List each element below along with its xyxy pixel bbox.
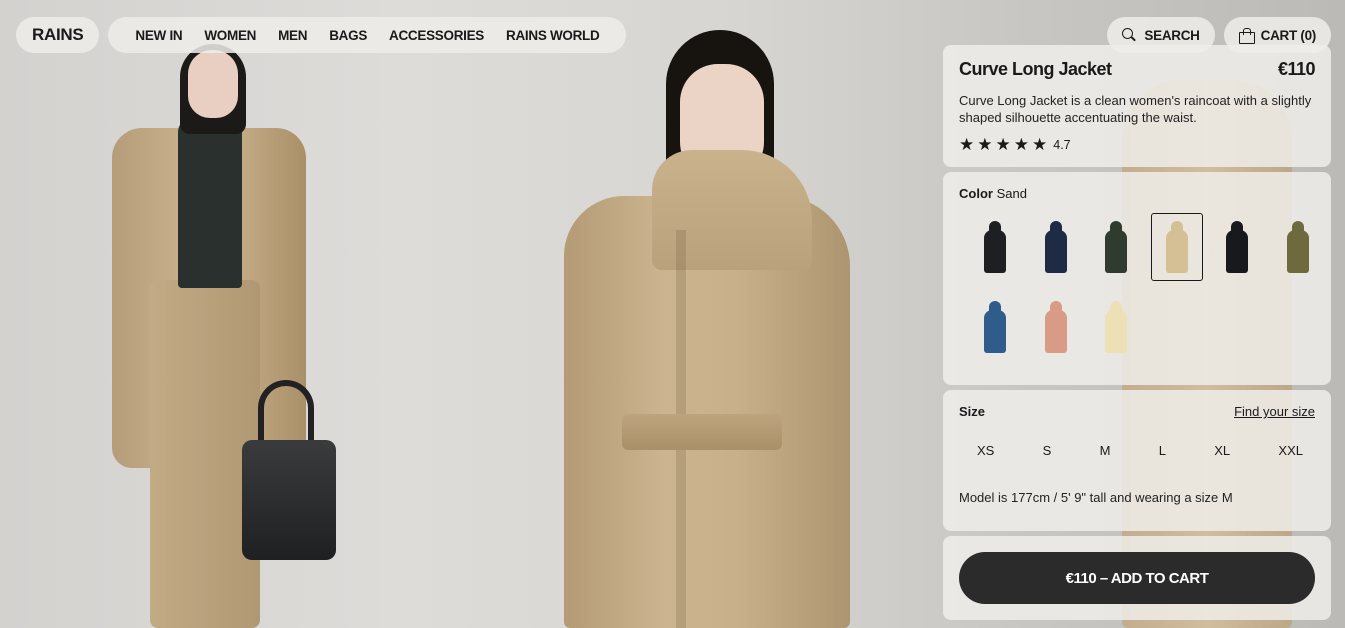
- coat-thumbnail: [1103, 221, 1129, 273]
- color-label: Color: [959, 186, 993, 201]
- size-option-xxl[interactable]: XXL: [1278, 443, 1303, 458]
- size-option-l[interactable]: L: [1159, 443, 1166, 458]
- coat-thumbnail: [982, 301, 1008, 353]
- star-icon: ★: [995, 135, 1011, 154]
- menu-item-women[interactable]: WOMEN: [193, 28, 267, 43]
- top-nav: RAINS NEW IN WOMEN MEN BAGS ACCESSORIES …: [16, 17, 627, 53]
- size-option-xs[interactable]: XS: [977, 443, 994, 458]
- size-option-xl[interactable]: XL: [1214, 443, 1230, 458]
- star-icon: ★: [1013, 135, 1029, 154]
- star-icon: ★: [1032, 135, 1048, 154]
- cta-card: €110 – ADD TO CART: [943, 536, 1331, 620]
- size-option-m[interactable]: M: [1100, 443, 1111, 458]
- model-size-info: Model is 177cm / 5' 9" tall and wearing …: [959, 490, 1233, 505]
- coat-thumbnail: [1164, 221, 1190, 273]
- coat-thumbnail: [982, 221, 1008, 273]
- coat-belt: [622, 414, 782, 450]
- rating-value: 4.7: [1053, 137, 1071, 152]
- menu-item-bags[interactable]: BAGS: [318, 28, 378, 43]
- color-swatch-black-2[interactable]: [1211, 213, 1263, 281]
- color-swatch-green[interactable]: [1090, 213, 1142, 281]
- color-swatch-navy[interactable]: [1030, 213, 1082, 281]
- menu-item-accessories[interactable]: ACCESSORIES: [378, 28, 495, 43]
- product-panel: Curve Long Jacket €110 Curve Long Jacket…: [943, 45, 1331, 625]
- color-card: Color Sand: [943, 172, 1331, 385]
- find-your-size-link[interactable]: Find your size: [1234, 404, 1315, 419]
- main-menu: NEW IN WOMEN MEN BAGS ACCESSORIES RAINS …: [108, 17, 627, 53]
- coat-thumbnail: [1103, 301, 1129, 353]
- product-price: €110: [1277, 59, 1316, 79]
- color-swatch-cream[interactable]: [1090, 293, 1142, 361]
- coat-thumbnail: [1224, 221, 1250, 273]
- logo[interactable]: RAINS: [16, 17, 100, 53]
- color-swatches: [969, 213, 1315, 361]
- shopping-bag-icon: [1238, 28, 1255, 44]
- star-icon: ★: [977, 135, 993, 154]
- product-info-card: Curve Long Jacket €110 Curve Long Jacket…: [943, 45, 1331, 167]
- duffel-bag: [242, 440, 336, 560]
- product-rating[interactable]: ★ ★ ★ ★ ★ 4.7: [959, 136, 1315, 153]
- search-icon: [1122, 28, 1136, 42]
- menu-item-men[interactable]: MEN: [267, 28, 318, 43]
- color-swatch-black[interactable]: [969, 213, 1021, 281]
- color-swatch-rose[interactable]: [1030, 293, 1082, 361]
- color-label-line: Color Sand: [959, 186, 1315, 201]
- color-swatch-blue[interactable]: [969, 293, 1021, 361]
- size-card: Size Find your size XS S M L XL XXL Mode…: [943, 390, 1331, 531]
- coat-thumbnail: [1285, 221, 1311, 273]
- product-title: Curve Long Jacket: [959, 59, 1112, 79]
- model-left-top: [178, 118, 242, 288]
- selected-color: Sand: [996, 186, 1027, 201]
- model-left-face: [188, 50, 238, 118]
- size-option-s[interactable]: S: [1043, 443, 1052, 458]
- menu-item-rains-world[interactable]: RAINS WORLD: [495, 28, 610, 43]
- search-label: SEARCH: [1144, 27, 1200, 43]
- cart-label: CART (0): [1260, 27, 1317, 43]
- size-label: Size: [959, 404, 986, 419]
- size-options: XS S M L XL XXL: [959, 443, 1315, 458]
- coat-thumbnail: [1043, 221, 1069, 273]
- color-swatch-olive[interactable]: [1272, 213, 1324, 281]
- color-swatch-sand[interactable]: [1150, 213, 1203, 281]
- add-to-cart-button[interactable]: €110 – ADD TO CART: [959, 552, 1315, 604]
- product-description: Curve Long Jacket is a clean women's rai…: [959, 93, 1312, 125]
- menu-item-new-in[interactable]: NEW IN: [124, 28, 193, 43]
- coat-thumbnail: [1043, 301, 1069, 353]
- star-icon: ★: [959, 135, 975, 154]
